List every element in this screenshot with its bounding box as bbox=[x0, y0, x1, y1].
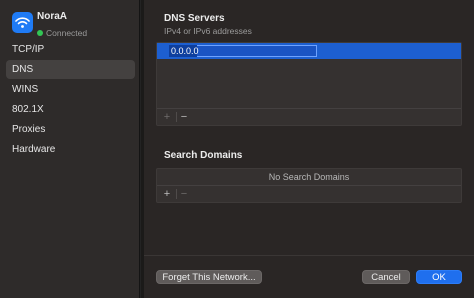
wifi-icon bbox=[12, 12, 33, 33]
add-search-domain-button[interactable]: + bbox=[160, 187, 174, 201]
sidebar: NoraA Connected TCP/IP DNS WINS 802.1X P… bbox=[0, 0, 140, 298]
network-name: NoraA bbox=[37, 11, 68, 22]
sidebar-item-8021x[interactable]: 802.1X bbox=[6, 100, 135, 119]
sidebar-nav: TCP/IP DNS WINS 802.1X Proxies Hardware bbox=[6, 40, 135, 160]
dns-servers-list: 0.0.0.0 + − bbox=[156, 42, 462, 126]
cancel-button[interactable]: Cancel bbox=[362, 270, 410, 284]
status-text: Connected bbox=[46, 27, 88, 38]
search-domains-empty-text: No Search Domains bbox=[268, 172, 350, 182]
search-list-footer: + − bbox=[157, 185, 461, 202]
forget-network-button[interactable]: Forget This Network... bbox=[156, 270, 262, 284]
remove-dns-button[interactable]: − bbox=[177, 110, 191, 124]
remove-search-domain-button[interactable]: − bbox=[177, 187, 191, 201]
dns-servers-title: DNS Servers bbox=[164, 13, 225, 24]
dns-servers-subtitle: IPv4 or IPv6 addresses bbox=[164, 26, 252, 36]
sidebar-item-wins[interactable]: WINS bbox=[6, 80, 135, 99]
sidebar-item-tcpip[interactable]: TCP/IP bbox=[6, 40, 135, 59]
search-domains-title: Search Domains bbox=[164, 150, 243, 161]
dns-list-footer: + − bbox=[157, 108, 461, 125]
network-settings-window: NoraA Connected TCP/IP DNS WINS 802.1X P… bbox=[0, 0, 474, 298]
connection-status: Connected bbox=[37, 24, 88, 38]
sidebar-item-dns[interactable]: DNS bbox=[6, 60, 135, 79]
ok-button[interactable]: OK bbox=[416, 270, 462, 284]
dns-server-row[interactable]: 0.0.0.0 bbox=[157, 43, 461, 59]
search-domains-list: No Search Domains + − bbox=[156, 168, 462, 203]
sidebar-item-proxies[interactable]: Proxies bbox=[6, 120, 135, 139]
network-header: NoraA Connected bbox=[12, 11, 136, 38]
sidebar-item-hardware[interactable]: Hardware bbox=[6, 140, 135, 159]
add-dns-button[interactable]: + bbox=[160, 110, 174, 124]
dns-server-value[interactable]: 0.0.0.0 bbox=[169, 45, 199, 57]
button-bar: Forget This Network... Cancel OK bbox=[144, 255, 474, 298]
status-dot-icon bbox=[37, 29, 43, 36]
dns-pane: DNS Servers IPv4 or IPv6 addresses 0.0.0… bbox=[144, 0, 474, 298]
